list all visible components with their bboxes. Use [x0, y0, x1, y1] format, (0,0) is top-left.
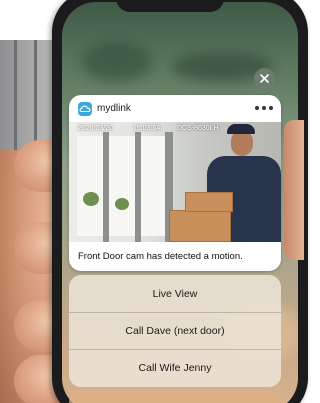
- more-dots-icon[interactable]: [255, 106, 273, 112]
- snapshot-time: 16:03:54: [133, 125, 161, 132]
- phone-notch: [116, 0, 224, 12]
- call-jenny-button[interactable]: Call Wife Jenny: [69, 349, 281, 386]
- notification-header: mydlink: [69, 95, 281, 122]
- live-view-button[interactable]: Live View: [69, 275, 281, 312]
- notification-message: Front Door cam has detected a motion.: [78, 251, 243, 262]
- package: [185, 192, 233, 212]
- call-dave-button[interactable]: Call Dave (next door): [69, 312, 281, 349]
- notification-actions: Live View Call Dave (next door) Call Wif…: [69, 275, 281, 387]
- snapshot-date: 2020/03/20: [78, 125, 114, 132]
- thumb: [284, 120, 304, 260]
- package: [169, 210, 231, 242]
- notification-card[interactable]: mydlink 2020/03/20 16:03:54 DCS-8630LH F…: [69, 95, 281, 271]
- app-name: mydlink: [97, 103, 131, 114]
- close-icon: [260, 74, 269, 83]
- close-button[interactable]: [254, 68, 275, 89]
- bottom-panel: [69, 391, 281, 403]
- camera-snapshot[interactable]: 2020/03/20 16:03:54 DCS-8630LH: [69, 122, 281, 242]
- snapshot-camera-id: DCS-8630LH: [177, 125, 219, 132]
- cloud-icon: [78, 102, 92, 116]
